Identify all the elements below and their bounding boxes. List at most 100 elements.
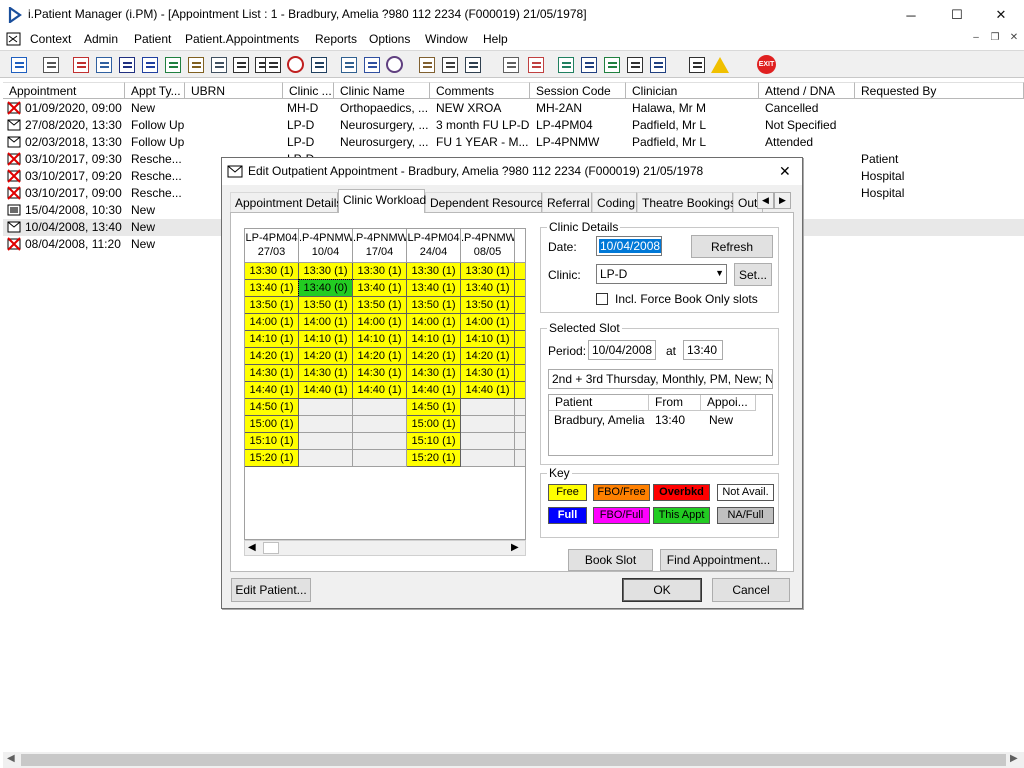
workload-free-slot[interactable]: 14:50 (1) [407,399,461,416]
workload-free-slot[interactable]: 14:40 (1) [299,382,353,399]
col-appt-type[interactable]: Appt Ty... [125,82,185,99]
person-toolbar-button[interactable] [162,54,183,75]
workload-free-slot[interactable]: 14:50 (1) [245,399,299,416]
tab-coding[interactable]: Coding [592,192,637,212]
workload-free-slot[interactable]: 14:20 (1) [245,348,299,365]
workload-free-slot[interactable]: 14:10 (1) [353,331,407,348]
tab-appointment-details[interactable]: Appointment Details [230,192,342,212]
scroll-left-icon[interactable]: ◀ [248,542,256,553]
col-session-code[interactable]: Session Code [530,82,626,99]
workload-free-slot[interactable]: 1 [515,263,525,280]
list-horizontal-scrollbar[interactable]: ◀ ▶ [3,752,1024,768]
set-button[interactable]: Set... [734,263,772,286]
tab-referral[interactable]: Referral [542,192,592,212]
scroll-thumb[interactable] [21,754,1006,766]
workload-session-header[interactable]: .P [515,229,525,263]
document-toolbar-button[interactable] [185,54,206,75]
workload-free-slot[interactable]: 1 [515,280,525,297]
printer-toolbar-button[interactable] [40,54,61,75]
bar-chart-toolbar-button[interactable] [525,54,546,75]
workload-session-header[interactable]: LP-4PM04 27/03 [245,229,299,263]
workload-free-slot[interactable]: 14:00 (1) [407,314,461,331]
workload-session-header[interactable]: .P-4PNMW 10/04 [299,229,353,263]
slot-row-appt[interactable]: New [709,413,733,427]
workload-free-slot[interactable]: 14:30 (1) [461,365,515,382]
mdi-restore-button[interactable]: ❐ [987,32,1003,46]
workload-session-header[interactable]: .P-4PNMW 17/04 [353,229,407,263]
workload-free-slot[interactable]: 1 [515,314,525,331]
tab-clinic-workload[interactable]: Clinic Workload [338,189,426,213]
workload-free-slot[interactable]: 14:30 (1) [353,365,407,382]
workload-free-slot[interactable]: 14:40 (1) [461,382,515,399]
minimize-button[interactable]: ─ [888,0,934,30]
workload-free-slot[interactable]: 14:40 (1) [245,382,299,399]
slot-patient-table[interactable]: Patient From Appoi... Bradbury, Amelia 1… [548,394,773,456]
calendar-toolbar-button[interactable] [116,54,137,75]
mdi-minimize-button[interactable]: – [968,32,984,46]
col-requested-by[interactable]: Requested By [855,82,1024,99]
col-clinic-name[interactable]: Clinic Name [334,82,430,99]
menu-admin[interactable]: Admin [84,32,118,46]
workload-free-slot[interactable]: 15:00 (1) [407,416,461,433]
workload-free-slot[interactable]: 14:10 (1) [245,331,299,348]
workload-free-slot[interactable]: 14:30 (1) [245,365,299,382]
warning-toolbar-button[interactable] [709,54,730,75]
menu-patient-appointments[interactable]: Patient.Appointments [185,32,299,46]
form-edit-toolbar-button[interactable] [93,54,114,75]
ok-button[interactable]: OK [622,578,702,602]
list-toolbar-button[interactable] [208,54,229,75]
workload-free-slot[interactable]: 13:40 (1) [245,280,299,297]
workload-free-slot[interactable]: 13:40 (1) [461,280,515,297]
workload-free-slot[interactable]: 13:50 (1) [299,297,353,314]
book-toolbar-button[interactable] [70,54,91,75]
scroll-right-icon[interactable]: ▶ [511,542,519,553]
workload-free-slot[interactable]: 15:10 (1) [407,433,461,450]
workload-free-slot[interactable]: 14:20 (1) [299,348,353,365]
refresh-button[interactable]: Refresh [691,235,773,258]
workload-free-slot[interactable]: 13:50 (1) [407,297,461,314]
slot-row-patient[interactable]: Bradbury, Amelia [554,413,645,427]
table-row[interactable]: 27/08/2020, 13:30 Follow Up LP-D Neurosurge… [3,117,1024,134]
workload-free-slot[interactable]: 15:20 (1) [407,450,461,467]
tab-theatre-bookings[interactable]: Theatre Bookings [637,192,736,212]
workload-free-slot[interactable]: 14:00 (1) [353,314,407,331]
workload-free-slot[interactable]: 13:30 (1) [245,263,299,280]
slot-col-appt[interactable]: Appoi... [701,395,756,411]
date-field[interactable]: 10/04/2008 [596,236,662,256]
workload-free-slot[interactable]: 13:30 (1) [299,263,353,280]
car-toolbar-button[interactable] [462,54,483,75]
col-attend-dna[interactable]: Attend / DNA [759,82,855,99]
workload-free-slot[interactable]: 1 [515,382,525,399]
workload-free-slot[interactable]: 14:00 (1) [245,314,299,331]
scroll-left-icon[interactable]: ◀ [7,753,15,764]
slot-row-from[interactable]: 13:40 [655,413,685,427]
workload-free-slot[interactable]: 14:20 (1) [407,348,461,365]
workload-free-slot[interactable]: 14:00 (1) [461,314,515,331]
menu-help[interactable]: Help [483,32,508,46]
workload-free-slot[interactable]: 13:30 (1) [461,263,515,280]
workload-free-slot[interactable]: 13:40 (1) [353,280,407,297]
workload-session-header[interactable]: LP-4PM04 24/04 [407,229,461,263]
notes-toolbar-button[interactable] [416,54,437,75]
tab-scroll-right-button[interactable]: ▶ [774,192,791,209]
workload-grid[interactable]: LP-4PM04 27/03 .P-4PNMW 10/04 .P-4PNMW 17/04 L… [244,228,526,540]
workload-free-slot[interactable]: 14:40 (1) [407,382,461,399]
slot-col-from[interactable]: From [649,395,701,411]
envelope-toolbar-button[interactable] [262,54,283,75]
workload-free-slot[interactable]: 14:10 (1) [461,331,515,348]
workload-free-slot[interactable]: 15:00 (1) [245,416,299,433]
workload-free-slot[interactable]: 13:30 (1) [407,263,461,280]
menu-context[interactable]: Context [30,32,71,46]
transfer-alt-toolbar-button[interactable] [647,54,668,75]
workload-free-slot[interactable]: 1 [515,297,525,314]
letter-toolbar-button[interactable] [361,54,382,75]
clock-toolbar-button[interactable] [285,54,306,75]
workload-free-slot[interactable]: 14:20 (1) [353,348,407,365]
col-ubrn[interactable]: UBRN [185,82,283,99]
workload-free-slot[interactable]: 14:30 (1) [407,365,461,382]
dialog-close-button[interactable]: ✕ [779,163,791,180]
scroll-right-icon[interactable]: ▶ [1010,753,1018,764]
workload-free-slot[interactable]: 15:10 (1) [245,433,299,450]
menu-reports[interactable]: Reports [315,32,357,46]
workload-free-slot[interactable]: 14:30 (1) [299,365,353,382]
